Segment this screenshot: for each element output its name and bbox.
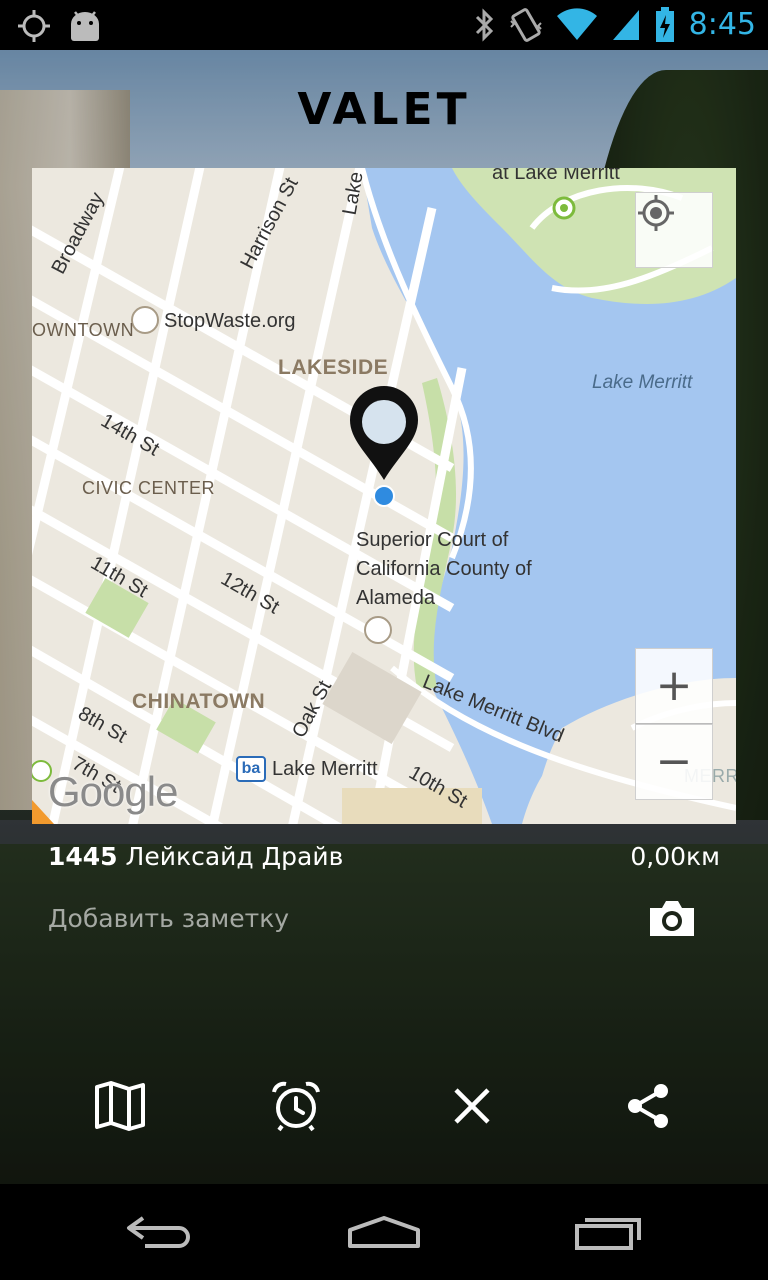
address-number: 1445: [48, 842, 118, 871]
set-alarm-button[interactable]: [268, 1078, 324, 1134]
map-label-downtown: OWNTOWN: [32, 320, 135, 340]
status-bar: 8:45: [0, 0, 768, 50]
zoom-out-icon: −: [655, 736, 693, 787]
map-label-bart-lake-merritt: ba Lake Merritt: [236, 756, 378, 782]
map-label-chinatown: CHINATOWN: [132, 690, 266, 713]
map-label-civic-center: CIVIC CENTER: [82, 478, 216, 498]
home-button[interactable]: [334, 1206, 434, 1258]
home-icon: [348, 1216, 420, 1248]
zoom-in-icon: +: [655, 660, 693, 711]
map-label-lake-merritt-water: Lake Merritt: [592, 372, 693, 393]
status-right: 8:45: [473, 6, 756, 44]
zoom-in-button[interactable]: +: [635, 648, 713, 724]
system-navigation-bar: [0, 1184, 768, 1280]
clear-parking-button[interactable]: [444, 1078, 500, 1134]
back-button[interactable]: [110, 1206, 210, 1258]
share-icon: [628, 1084, 668, 1128]
camera-button[interactable]: [648, 898, 696, 938]
signal-icon: [612, 10, 639, 40]
recent-apps-icon: [575, 1218, 641, 1250]
parking-address: 1445 Лейксайд Драйв: [48, 842, 343, 871]
my-location-icon: [638, 195, 674, 231]
wifi-icon: [556, 8, 597, 40]
map-label-stopwaste: StopWaste.org: [164, 310, 296, 332]
alarm-icon: [272, 1081, 320, 1132]
app-title: VALET: [297, 84, 471, 135]
battery-charging-icon: [655, 7, 674, 42]
action-bar: [0, 1064, 768, 1144]
camera-icon: [650, 901, 694, 936]
zoom-out-button[interactable]: −: [635, 724, 713, 800]
show-map-button[interactable]: [92, 1078, 148, 1134]
share-button[interactable]: [620, 1078, 676, 1134]
address-street: Лейксайд Драйв: [125, 842, 344, 871]
google-logo: Google: [48, 768, 178, 815]
bluetooth-icon: [475, 8, 493, 42]
vibrate-icon: [509, 8, 542, 42]
close-icon: [454, 1088, 490, 1124]
distance-readout: 0,00км: [630, 842, 720, 871]
bart-logo: ba: [236, 756, 266, 782]
android-debug-icon: [71, 11, 99, 41]
map-label-superior-court: Superior Court of California County of A…: [356, 529, 532, 609]
map-label-at-lake-merritt: at Lake Merritt: [492, 168, 620, 184]
map-icon: [95, 1081, 145, 1131]
back-icon: [127, 1216, 190, 1248]
gps-icon: [18, 10, 50, 42]
add-note-field[interactable]: Добавить заметку: [48, 904, 289, 933]
recent-apps-button[interactable]: [558, 1206, 658, 1258]
status-left: [16, 8, 104, 44]
map-view[interactable]: Broadway Harrison St Lake at Lake Merrit…: [32, 168, 736, 824]
map-label-lakeside: LAKESIDE: [278, 356, 389, 379]
status-time: 8:45: [688, 7, 756, 42]
bart-station-label: Lake Merritt: [272, 757, 378, 780]
my-location-button[interactable]: [635, 192, 713, 268]
